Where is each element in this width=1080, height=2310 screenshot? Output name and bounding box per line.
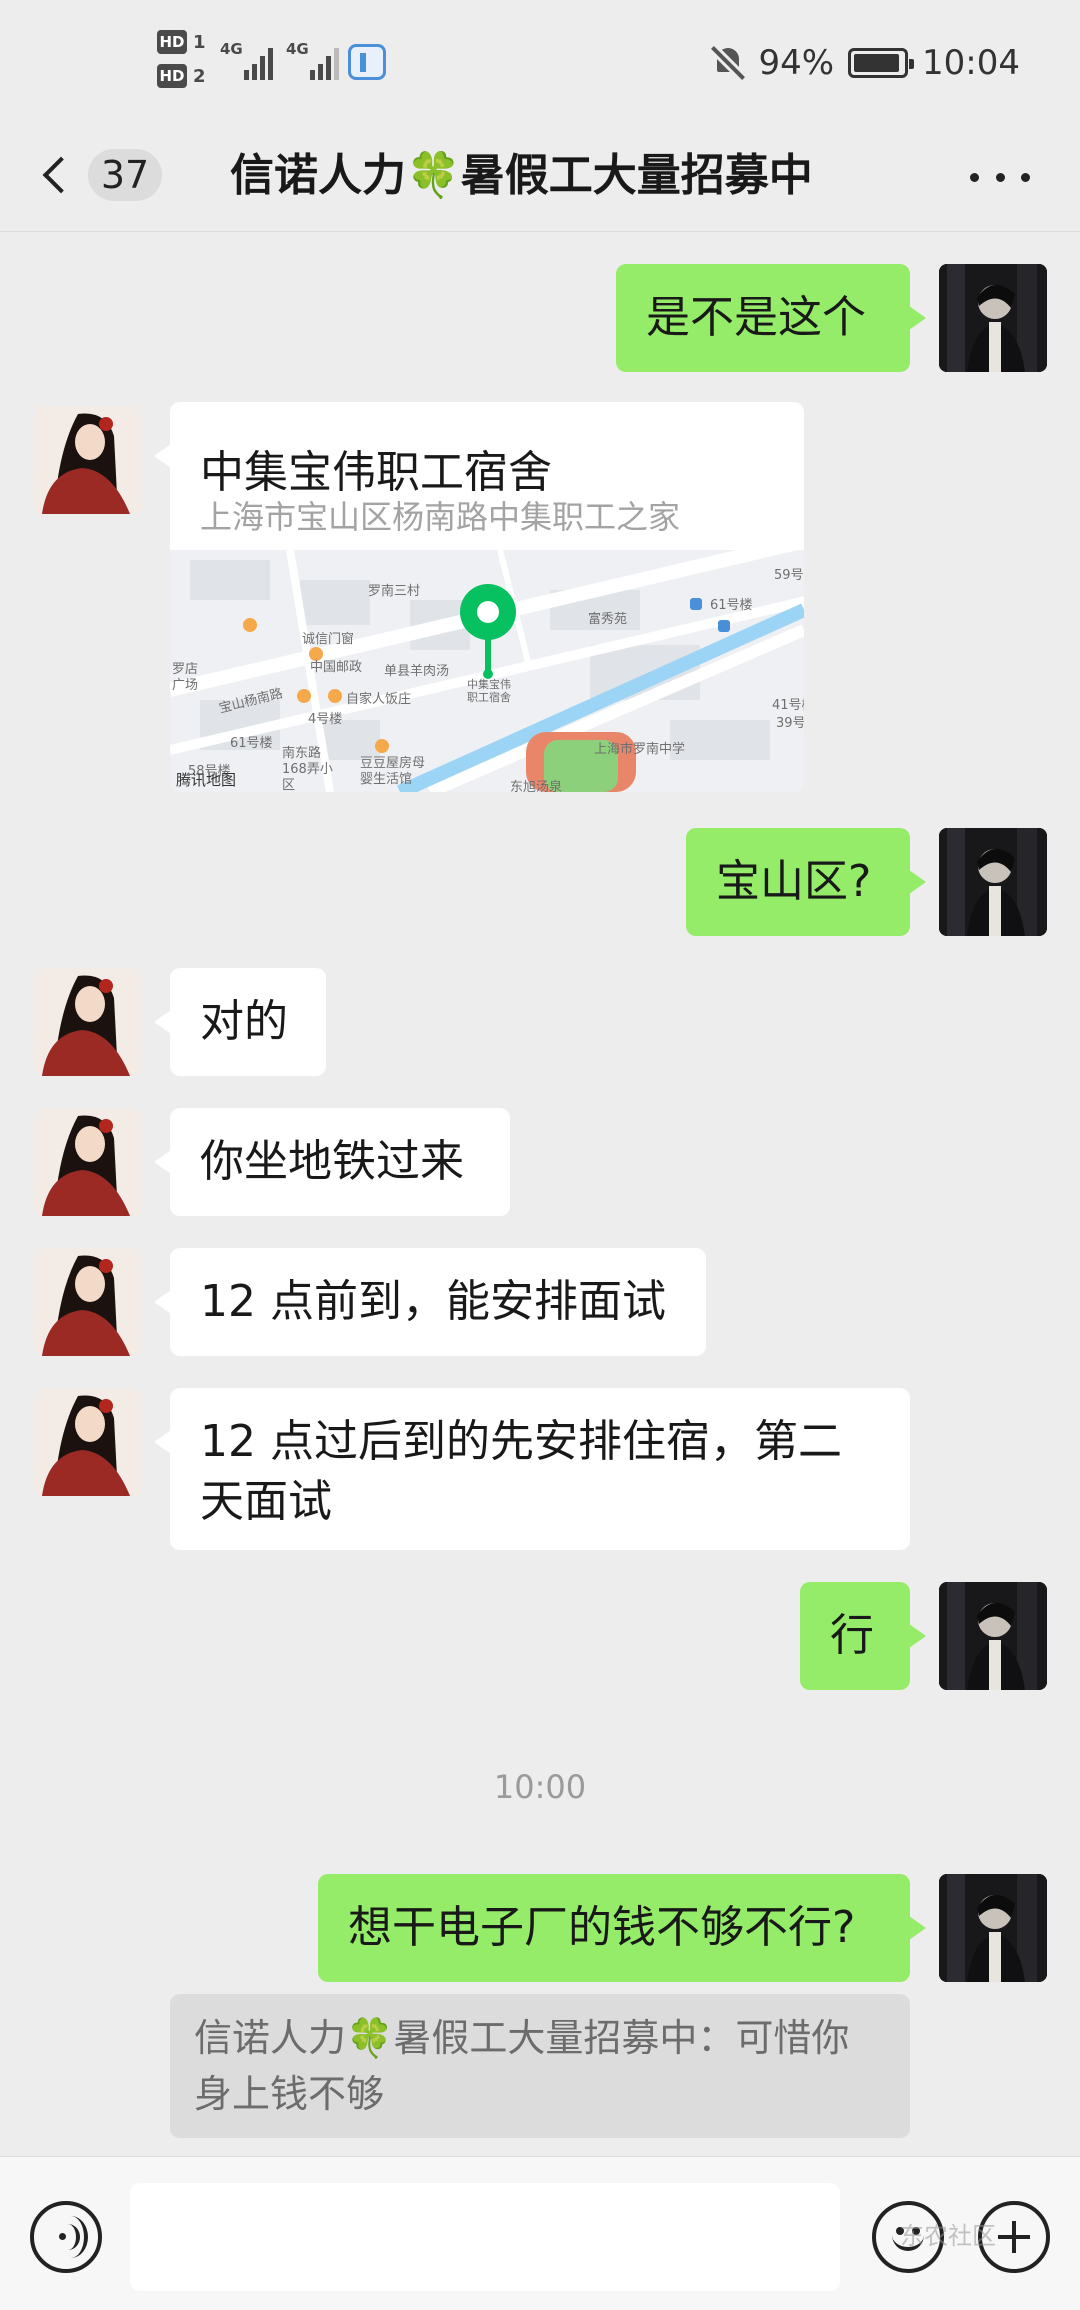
quoted-reply-text: 信诺人力🍀暑假工大量招募中：可惜你身上钱不够 bbox=[194, 2016, 850, 2116]
message-bubble[interactable]: 行 bbox=[800, 1582, 926, 1690]
more-options-button[interactable] bbox=[970, 166, 1030, 188]
signal-type-2: 4G bbox=[286, 40, 309, 58]
map-label: 东旭汤泉 bbox=[510, 780, 563, 792]
quoted-reply[interactable]: 信诺人力🍀暑假工大量招募中：可惜你身上钱不够 bbox=[170, 1994, 910, 2138]
message-bubble[interactable]: 想干电子厂的钱不够不行? bbox=[318, 1874, 926, 1982]
map-label: 豆豆屋房母婴生活馆 bbox=[360, 756, 426, 787]
message-bubble[interactable]: 是不是这个 bbox=[616, 264, 926, 372]
chat-title: 信诺人力🍀暑假工大量招募中 bbox=[230, 150, 813, 201]
hd1-num: 1 bbox=[193, 32, 206, 53]
message-text: 行 bbox=[830, 1610, 874, 1661]
location-name: 中集宝伟职工宿舍 bbox=[200, 447, 552, 498]
map-label: 61号楼 bbox=[230, 736, 273, 751]
map-label: 南东路168弄小区 bbox=[282, 746, 333, 792]
my-avatar[interactable] bbox=[939, 264, 1047, 372]
hd2-badge: HD bbox=[157, 64, 187, 88]
map-label: 61号楼 bbox=[710, 598, 753, 613]
message-bubble[interactable]: 对的 bbox=[154, 968, 326, 1076]
message-text: 12 点过后到的先安排住宿，第二天面试 bbox=[200, 1416, 842, 1527]
battery-icon bbox=[848, 48, 915, 78]
message-input[interactable] bbox=[130, 2183, 840, 2291]
contact-avatar[interactable] bbox=[34, 968, 142, 1076]
map-label: 富秀苑 bbox=[588, 612, 628, 627]
my-avatar[interactable] bbox=[939, 828, 1047, 936]
map-label: 39号 bbox=[776, 716, 804, 731]
contact-avatar[interactable] bbox=[34, 1248, 142, 1356]
map-credit: 腾讯地图 bbox=[176, 771, 237, 789]
map-label: 41号楼 bbox=[772, 698, 804, 713]
contact-avatar[interactable] bbox=[34, 1388, 142, 1496]
signal-type: 4G bbox=[220, 40, 243, 58]
message-bubble[interactable]: 12 点前到，能安排面试 bbox=[154, 1248, 706, 1356]
back-button[interactable]: 37 bbox=[36, 142, 162, 208]
hd-indicator: HD 1 HD 2 bbox=[157, 30, 209, 90]
hd1-badge: HD bbox=[157, 30, 187, 54]
my-avatar[interactable] bbox=[939, 1582, 1047, 1690]
map-label: 上海市罗南中学 bbox=[594, 742, 686, 757]
chat-header: 37 信诺人力🍀暑假工大量招募中 bbox=[0, 120, 1080, 232]
message-bubble[interactable]: 12 点过后到的先安排住宿，第二天面试 bbox=[154, 1388, 910, 1550]
location-map[interactable]: 罗南三村 诚信门窗 中国邮政 单县羊肉汤 自家人饭庄 宝山杨南路 4号楼 富秀苑… bbox=[170, 550, 804, 792]
my-avatar[interactable] bbox=[939, 1874, 1047, 1982]
message-text: 12 点前到，能安排面试 bbox=[200, 1276, 666, 1327]
message-text: 是不是这个 bbox=[646, 292, 866, 343]
chevron-left-icon bbox=[42, 156, 80, 194]
map-label: 59号 bbox=[774, 568, 804, 583]
location-card[interactable]: 中集宝伟职工宿舍 上海市宝山区杨南路中集职工之家 罗南三村 诚信门窗 中国邮政 … bbox=[170, 402, 804, 792]
message-bubble[interactable]: 你坐地铁过来 bbox=[154, 1108, 510, 1216]
map-label: 罗店广场 bbox=[172, 662, 199, 693]
location-card-tail bbox=[154, 444, 171, 468]
clock: 10:04 bbox=[922, 43, 1020, 83]
map-pin-label: 中集宝伟职工宿舍 bbox=[467, 678, 511, 704]
status-bar: HD 1 HD 2 4G 4G 94% 10:04 bbox=[0, 0, 1080, 120]
hd2-num: 2 bbox=[193, 66, 206, 87]
contact-avatar[interactable] bbox=[34, 1108, 142, 1216]
message-text: 对的 bbox=[200, 996, 288, 1047]
map-label: 诚信门窗 bbox=[302, 632, 355, 647]
location-address: 上海市宝山区杨南路中集职工之家 bbox=[200, 498, 681, 536]
map-label: 中国邮政 bbox=[310, 660, 363, 675]
unread-count-badge: 37 bbox=[88, 149, 162, 201]
map-label: 4号楼 bbox=[308, 712, 343, 727]
message-bubble[interactable]: 宝山区? bbox=[686, 828, 926, 936]
app-notification-icon bbox=[348, 44, 386, 80]
voice-button[interactable] bbox=[30, 2201, 102, 2273]
map-label: 自家人饭庄 bbox=[346, 692, 412, 707]
contact-avatar[interactable] bbox=[34, 406, 142, 514]
map-label: 单县羊肉汤 bbox=[384, 664, 450, 679]
map-label: 罗南三村 bbox=[368, 584, 421, 599]
timestamp: 10:00 bbox=[493, 1768, 587, 1806]
message-text: 宝山区? bbox=[716, 856, 872, 907]
battery-percent: 94% bbox=[758, 43, 835, 83]
message-text: 想干电子厂的钱不够不行? bbox=[348, 1902, 856, 1953]
watermark: 东农社区 bbox=[900, 2222, 996, 2250]
mute-bell-icon bbox=[711, 45, 746, 81]
message-text: 你坐地铁过来 bbox=[200, 1136, 464, 1187]
